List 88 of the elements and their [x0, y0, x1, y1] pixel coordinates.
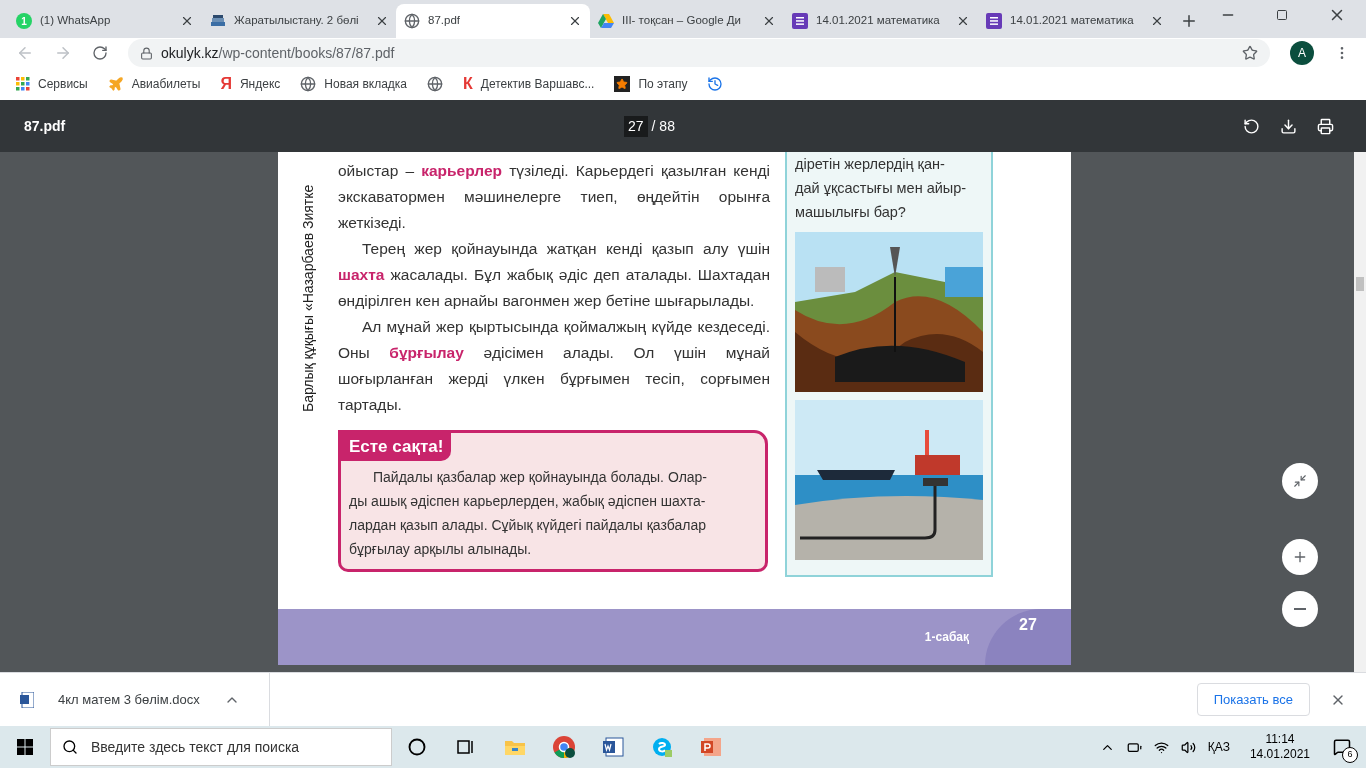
tab-title: (1) WhatsApp: [40, 13, 111, 29]
document-app-icon[interactable]: [601, 736, 624, 758]
bookmark-star-icon[interactable]: [1242, 45, 1258, 61]
globe-icon: [404, 13, 420, 29]
bookmark-link[interactable]: Новая вкладка: [300, 75, 408, 93]
note-title: Есте сақта!: [341, 433, 452, 461]
folder-icon[interactable]: [503, 738, 526, 756]
body-paragraph: Терең жер қойнауында жатқан кенді қазып алу үшін шахта жасалады. Бұл жабық әдіс деп аталады. Шахтадан өндірілген кен арнайы вагонмен жер бетіне шығарылады.: [338, 239, 770, 311]
volume-icon[interactable]: [1180, 739, 1196, 755]
list-form-icon: [792, 13, 808, 29]
restore-icon[interactable]: [1276, 9, 1288, 21]
shrink-arrows-icon: [1293, 474, 1307, 488]
browser-tab[interactable]: 1 (1) WhatsApp: [8, 4, 202, 38]
tab-title: Жаратылыстану. 2 бөлі: [234, 13, 359, 29]
tab-title: 87.pdf: [428, 13, 460, 29]
minus-icon: [1294, 608, 1306, 610]
search-icon: [62, 739, 78, 755]
plus-icon: [1292, 549, 1308, 565]
note-text-line: Пайдалы қазбалар жер қойнауында болады. Олар-: [372, 467, 709, 487]
close-icon[interactable]: [568, 14, 582, 28]
books-icon: [210, 13, 226, 29]
chat-badge-icon: 1: [16, 13, 32, 29]
note-text-line: бұрғылау арқылы алынады.: [349, 539, 533, 559]
close-icon[interactable]: [762, 14, 776, 28]
plane-icon: [107, 76, 124, 92]
letter-logo-icon: Я: [220, 76, 232, 92]
url-text: okulyk.kz/wp-content/books/87/87.pdf: [161, 43, 396, 63]
page-number-field[interactable]: 27: [624, 115, 648, 137]
question-text-line: діретін жерлердің қан-: [795, 155, 946, 174]
bookmark-link[interactable]: К Детектив Варшавс...: [463, 75, 595, 93]
close-icon[interactable]: [956, 14, 970, 28]
triangle-logo-icon: [598, 14, 614, 28]
download-icon[interactable]: [1280, 117, 1297, 135]
browser-tab[interactable]: 14.01.2021 математика: [784, 4, 978, 38]
note-text-line: ды ашық әдіспен карьерлерден, жабық әдіспен шахта-: [349, 491, 707, 511]
lesson-label: 1-сабақ: [924, 629, 969, 646]
language-indicator[interactable]: ҚАЗ: [1207, 738, 1230, 756]
zoom-in-button[interactable]: [1282, 539, 1318, 575]
task-view-icon[interactable]: [456, 739, 475, 755]
star-icon: [614, 76, 631, 92]
clock[interactable]: 11:14 14.01.2021: [1249, 732, 1310, 762]
rotate-icon[interactable]: [1243, 117, 1260, 135]
browser-tab[interactable]: ІІІ- тоқсан – Google Ди: [590, 4, 784, 38]
close-icon[interactable]: [180, 14, 194, 28]
new-tab-icon[interactable]: [1180, 12, 1198, 30]
question-text-line: машылығы бар?: [795, 203, 907, 222]
bookmark-link[interactable]: Авиабилеты: [107, 75, 201, 93]
globe-icon: [427, 76, 444, 92]
windows-logo-icon[interactable]: [17, 739, 33, 755]
document-file-icon: [20, 691, 34, 708]
apps-grid-icon: [16, 77, 30, 91]
document-title: 87.pdf: [24, 116, 67, 136]
notification-count: 6: [1342, 747, 1358, 763]
tab-title: 14.01.2021 математика: [816, 13, 940, 29]
browser-tab[interactable]: 14.01.2021 математика: [978, 4, 1172, 38]
body-paragraph: ойыстар – карьерлер түзіледі. Карьердегі қазылған кенді экскаватормен мәшинелерге тиеп, өңдейтін орынға жеткізеді.: [338, 161, 770, 233]
close-icon[interactable]: [1150, 14, 1164, 28]
question-text-line: дай ұқсастығы мен айыр-: [795, 179, 968, 198]
bookmark-link[interactable]: Я Яндекс: [220, 75, 281, 93]
fit-page-button[interactable]: [1282, 463, 1318, 499]
browser-tab[interactable]: Жаратылыстану. 2 бөлі: [202, 4, 396, 38]
show-all-button[interactable]: Показать все: [1196, 682, 1310, 717]
print-icon[interactable]: [1317, 117, 1334, 135]
slides-app-icon[interactable]: [699, 736, 722, 758]
taskbar-search-field[interactable]: Введите здесь текст для поиска: [50, 728, 392, 766]
browser-tab[interactable]: 87.pdf: [396, 4, 590, 38]
network-icon[interactable]: [1153, 739, 1169, 755]
cortana-icon[interactable]: [407, 738, 426, 756]
reload-icon[interactable]: [92, 45, 108, 61]
profile-avatar[interactable]: A: [1290, 41, 1314, 65]
bookmark-link[interactable]: Сервисы: [16, 75, 88, 93]
history-icon[interactable]: [707, 76, 724, 92]
note-text-line: лардан қазып алады. Сұйық күйдегі пайдалы қазбалар: [349, 515, 707, 535]
lock-icon: [140, 46, 153, 60]
body-paragraph: Ал мұнай жер қыртысында қоймалжың күйде кездеседі. Оны бұрғылау әдісімен алады. Ол үшін мұнай шоғырланған жерді үлкен бұрғымен тесіп, сорғымен тартады.: [338, 317, 770, 415]
browser-logo-icon[interactable]: [551, 735, 576, 759]
tab-title: ІІІ- тоқсан – Google Ди: [622, 13, 741, 29]
page-total: / 88: [651, 116, 675, 136]
address-field[interactable]: okulyk.kz/wp-content/books/87/87.pdf: [128, 39, 1270, 67]
copyright-side-text: Барлық құқығы «Назарбаев Зиятке: [298, 183, 317, 412]
page-number: 27: [985, 609, 1071, 665]
bookmark-link[interactable]: По этапу: [614, 75, 688, 93]
list-form-icon: [986, 13, 1002, 29]
tab-title: 14.01.2021 математика: [1010, 13, 1134, 29]
letter-logo-icon: К: [463, 76, 473, 92]
scrollbar[interactable]: [1354, 152, 1366, 672]
globe-icon: [300, 76, 317, 92]
zoom-out-button[interactable]: [1282, 591, 1318, 627]
